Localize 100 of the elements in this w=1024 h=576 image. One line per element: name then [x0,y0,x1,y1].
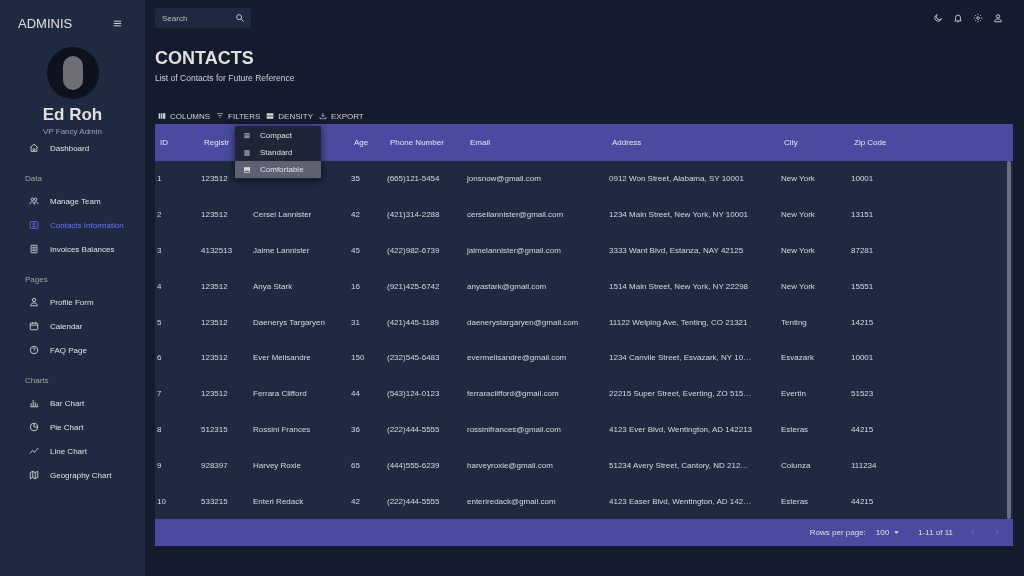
sidebar-item[interactable]: FAQ Page [0,338,145,362]
table-cell-text: Evertin [781,389,807,399]
brand-logo: ADMINIS [18,15,73,31]
moon-icon[interactable] [933,13,943,23]
table-cell-text: 4132513 [201,246,234,255]
sidebar-item[interactable]: Contacts Information [0,213,145,237]
table-cell-text: Daenerys Targaryen [253,317,326,327]
table-cell-text: (444)555-6239 [387,460,441,470]
search-icon[interactable] [235,13,245,23]
table-cell-text: 928397 [201,460,229,470]
table-cell-text: Anya Stark [253,281,294,291]
page-range: 1-11 of 11 [918,527,953,537]
menu-item[interactable]: Comfortable [235,161,321,178]
table-cell-text: New York [781,246,816,255]
table-cell-text: 45 [351,246,361,255]
table-cell-text: 1234 Canvile Street, Esvazark, NY 10… [609,353,753,363]
sidebar-item[interactable]: Pie Chart [0,415,145,439]
table-cell-text: New York [781,210,816,220]
settings-icon[interactable] [973,13,983,23]
standard-rows-icon [243,148,251,157]
receipt-icon [29,244,39,254]
table-cell-text: 123512 [201,281,229,291]
table-cell-text: New York [781,281,816,291]
rows-per-page-label: Rows per page: [809,527,866,537]
menu-item[interactable]: Compact [235,127,321,144]
sidebar-item[interactable]: Bar Chart [0,391,145,415]
avatar-placeholder [46,47,99,99]
table-cell-text: 123512 [201,353,229,363]
line-chart-icon [29,446,39,456]
table-cell-text: cerseilannister@gmail.com [467,210,565,220]
search-field[interactable]: Search [155,8,251,28]
table-cell-text: 4123 Easer Blvd, Wentington, AD 142… [609,496,753,506]
table-cell-text: 6 [157,353,163,363]
toolbar-button[interactable]: FILTERS [216,111,261,121]
column-header[interactable]: Address [612,138,784,147]
table-cell-text: (665)121-5454 [387,174,441,184]
table-cell-text: 4123 Ever Blvd, Wentington, AD 142213 [609,424,754,434]
rows-per-page-select[interactable]: 100 [875,527,901,537]
table-cell-text: 1514 Main Street, New York, NY 22298 [609,281,750,291]
table-cell-text: 123512 [201,210,229,220]
contact-card-icon [29,220,39,230]
table-cell-text: Tenting [781,317,808,327]
table-cell-text: 1 [157,174,163,184]
table-cell-text: 8 [157,424,163,434]
table-cell-text: 9 [157,460,163,470]
section-heading: Pages [24,275,49,284]
sidebar-item[interactable]: Manage Team [0,189,145,213]
table-cell-text: (222)444-5555 [387,424,441,434]
table-cell-text: Ever Melisandre [253,353,312,363]
table-cell-text: 1234 Main Street, New York, NY 10001 [609,210,750,220]
table-cell-text: 44215 [851,496,875,506]
table-cell-text: Cersei Lannister [253,210,313,220]
table-cell-text: 22215 Super Street, Everting, ZO 515… [609,389,753,399]
column-header[interactable]: ID [160,138,204,147]
column-header[interactable]: City [784,138,854,147]
table-cell-text: 150 [351,353,366,363]
table-cell-text: 2 [157,210,163,220]
table-cell-text: 44215 [851,424,875,434]
column-header[interactable]: Age [354,138,390,147]
table-cell-text: ferraraclifford@gmail.com [467,389,560,399]
table-cell-text: 3333 Want Blvd, Estanza, NAY 42125 [609,246,745,255]
table-cell-text: 35 [351,174,361,184]
table-cell-text: 15551 [851,281,875,291]
person-icon[interactable] [993,13,1003,23]
toolbar-button[interactable]: COLUMNS [158,111,210,121]
sidebar-item[interactable]: Calendar [0,314,145,338]
sidebar-item[interactable]: Profile Form [0,290,145,314]
bell-icon[interactable] [953,13,963,23]
column-header[interactable]: Email [470,138,612,147]
sidebar-item[interactable]: Dashboard [0,136,145,160]
table-cell-text: harveyroxie@gmail.com [467,460,554,470]
table-cell-text: 123512 [201,174,229,184]
table-cell-text: (422)982-6739 [387,246,441,255]
sidebar-item[interactable]: Geography Chart [0,463,145,487]
table-cell-text: 51234 Avery Street, Cantory, ND 212… [609,460,750,470]
menu-item[interactable]: Standard [235,144,321,161]
table-cell-text: (543)124-0123 [387,389,441,399]
table-cell-text: 3 [157,246,163,255]
calendar-icon [29,321,39,331]
table-cell-text: 36 [351,424,361,434]
toolbar-button[interactable]: DENSITY [266,111,313,121]
table-cell-text: (232)545-6483 [387,353,441,363]
table-cell-text: 11122 Welping Ave, Tenting, CO 21321 [609,317,749,327]
table-cell-text: evermelisandre@gmail.com [467,353,568,363]
table-cell-text: enteriredack@gmail.com [467,496,557,506]
table-cell-text: Esvazark [781,353,815,363]
table-cell-text: 65 [351,460,361,470]
table-cell-text: New York [781,174,816,184]
table-cell-text: Rossini Frances [253,424,312,434]
table-cell-text: 16 [351,281,361,291]
sidebar-item[interactable]: Invoices Balances [0,237,145,261]
scrollbar[interactable] [1007,161,1011,519]
column-header[interactable]: Phone Number [390,138,470,147]
table-cell-text: 13151 [851,210,875,220]
column-header[interactable]: Zip Code [854,138,1013,147]
sidebar-item[interactable]: Line Chart [0,439,145,463]
table-cell-text: anyastark@gmail.com [467,281,548,291]
profile-name: Ed Roh [41,105,104,125]
pie-chart-icon [29,422,39,432]
toolbar-button[interactable]: EXPORT [319,111,364,121]
